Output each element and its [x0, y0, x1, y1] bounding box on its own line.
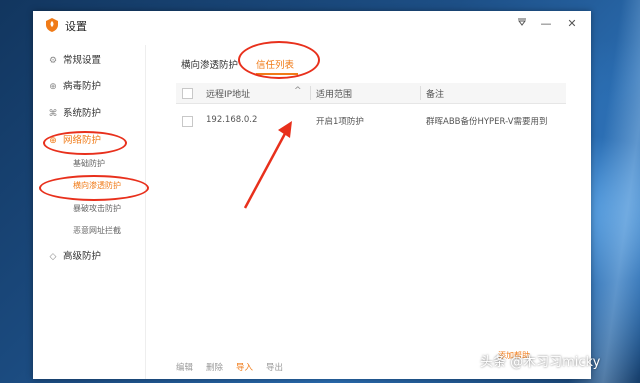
tab-lateral-protection[interactable]: 横向渗透防护: [181, 57, 238, 71]
annotation-circle-trust-list: [238, 41, 320, 79]
diamond-icon: ◇: [49, 252, 57, 262]
close-icon[interactable]: ✕: [563, 16, 581, 32]
row-checkbox[interactable]: [182, 116, 193, 127]
subitem-malicious-url-block[interactable]: 恶意网址拦截: [73, 224, 121, 238]
table-header: 远程IP地址 ^ 适用范围 备注: [176, 83, 566, 104]
menu-dropdown-icon[interactable]: [513, 16, 531, 32]
plus-circle-icon: ⊕: [49, 82, 57, 92]
sidebar-item-system[interactable]: ⌘ 系统防护: [47, 105, 102, 123]
import-button[interactable]: 导入: [236, 361, 253, 373]
sidebar-item-label: 高级防护: [63, 251, 102, 262]
sidebar: ⚙ 常规设置 ⊕ 病毒防护 ⌘ 系统防护 ⊕ 网络防护 基础防护 横向渗透防护 暴破攻击…: [33, 45, 145, 379]
window-title: 设置: [65, 20, 87, 33]
sort-ascending-icon[interactable]: ^: [294, 86, 302, 96]
sidebar-item-general[interactable]: ⚙ 常规设置: [47, 52, 101, 70]
subitem-basic-protection[interactable]: 基础防护: [73, 157, 105, 171]
main-panel: 横向渗透防护 信任列表 远程IP地址 ^ 适用范围 备注 192.168.0.2…: [145, 45, 592, 379]
edit-button[interactable]: 编辑: [176, 361, 193, 373]
column-header-note[interactable]: 备注: [426, 87, 444, 100]
delete-button[interactable]: 删除: [206, 361, 223, 373]
title-bar: 设置 — ✕: [33, 11, 591, 39]
annotation-circle-network: [43, 131, 127, 155]
sidebar-item-label: 常规设置: [63, 55, 102, 66]
row-note: 群晖ABB备份HYPER-V需要用到: [426, 117, 548, 127]
sidebar-item-label: 病毒防护: [63, 81, 102, 92]
column-header-ip[interactable]: 远程IP地址: [206, 87, 250, 100]
annotation-circle-lateral: [39, 175, 149, 201]
select-all-checkbox[interactable]: [182, 88, 193, 99]
gear-icon: ⚙: [48, 56, 58, 66]
sidebar-item-label: 系统防护: [63, 108, 102, 119]
sidebar-item-advanced[interactable]: ◇ 高级防护: [47, 248, 101, 266]
app-logo-icon: [46, 18, 58, 32]
system-icon: ⌘: [48, 109, 58, 119]
minimize-icon[interactable]: —: [537, 16, 555, 32]
row-scope: 开启1项防护: [316, 117, 364, 127]
export-button[interactable]: 导出: [266, 361, 283, 373]
column-separator: [420, 86, 421, 100]
column-header-scope[interactable]: 适用范围: [316, 87, 352, 100]
subitem-bruteforce-protection[interactable]: 暴破攻击防护: [73, 202, 121, 216]
column-separator: [310, 86, 311, 100]
watermark: 头条 @木习习micky: [480, 355, 601, 370]
annotation-arrow-icon: [243, 121, 292, 209]
sidebar-item-virus[interactable]: ⊕ 病毒防护: [47, 78, 101, 96]
